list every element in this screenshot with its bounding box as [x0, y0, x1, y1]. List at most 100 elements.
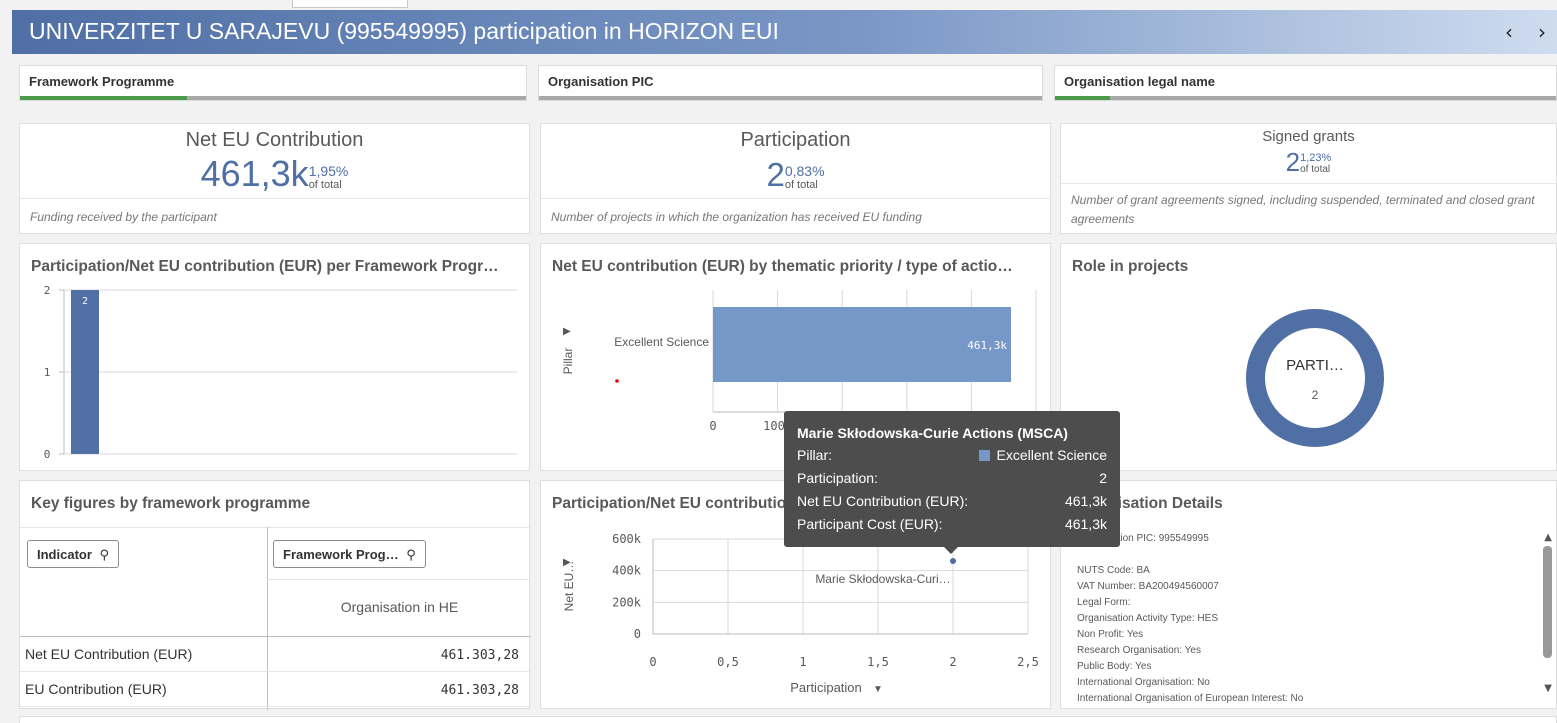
chevron-left-icon[interactable]: ‹ — [1498, 20, 1520, 44]
framework-programme-search-button[interactable]: Framework Prog… ⚲ — [273, 540, 426, 568]
kpi-main-value: 2 — [1285, 147, 1301, 177]
kpi-percent: 1,95% — [308, 163, 349, 179]
row-value-net-eu-contribution: 461.303,28 — [440, 648, 519, 663]
tooltip-arrow — [944, 547, 958, 554]
y-tick-label: 400k — [612, 564, 642, 578]
kpi-main-value: 461,3k — [200, 153, 309, 194]
tooltip-row-participant-cost: Participant Cost (EUR): 461,3k — [797, 516, 1107, 536]
x-tick-label: 1,5 — [867, 655, 889, 669]
y-tick-label: 2 — [44, 284, 51, 297]
x-tick-label: 2 — [949, 655, 956, 669]
sheet-tab-indicator — [292, 0, 408, 8]
key-figures-table-card: Key figures by framework programme Indic… — [19, 480, 531, 710]
bar-data-label: 461,3k — [967, 339, 1007, 352]
filter-selected-fill — [1055, 96, 1111, 100]
kpi-value: 461,3k 1,95% of total — [20, 154, 529, 194]
details-line: Public Body: Yes — [1077, 661, 1152, 672]
y-tick-label: 0 — [44, 448, 51, 461]
x-axis-title: Participation — [790, 680, 862, 695]
tooltip-key: Participation: — [797, 470, 878, 486]
y-tick-label: 0 — [634, 627, 641, 641]
tooltip-row-pillar: Pillar: Excellent Science — [797, 447, 1107, 467]
y-tick-label: 1 — [44, 366, 51, 379]
fp-bar-chart[interactable]: 0 1 2 2 — [20, 244, 531, 472]
tooltip-title: Marie Skłodowska-Curie Actions (MSCA) — [797, 425, 1068, 441]
tooltip-value: 461,3k — [1064, 516, 1107, 532]
kpi-percent: 1,23% — [1300, 152, 1332, 164]
x-tick-label: 0,5 — [717, 655, 739, 669]
details-line: VAT Number: BA200494560007 — [1077, 581, 1219, 592]
kpi-percent: 0,83% — [784, 163, 825, 179]
details-line: Legal Form: — [1077, 597, 1131, 608]
tooltip-value: 2 — [1099, 470, 1107, 486]
y-axis-title: Pillar — [561, 348, 575, 375]
bar-data-label: 2 — [82, 296, 88, 307]
tooltip-key: Net EU Contribution (EUR): — [797, 493, 969, 509]
filter-selection-bar — [20, 96, 526, 100]
filter-selection-bar — [539, 96, 1042, 100]
details-line: Non Profit: Yes — [1077, 629, 1144, 640]
tooltip-value: 461,3k — [1064, 493, 1107, 509]
kpi-title: Net EU Contribution — [185, 129, 364, 151]
sheet-title: UNIVERZITET U SARAJEVU (995549995) parti… — [29, 18, 779, 44]
filter-framework-programme[interactable]: Framework Programme — [19, 65, 527, 101]
donut-center-value: 2 — [1312, 388, 1319, 402]
filter-selected-fill — [20, 96, 187, 100]
filter-organisation-legal-name[interactable]: Organisation legal name — [1054, 65, 1557, 101]
details-line: Organisation Activity Type: HES — [1077, 613, 1218, 624]
fp-bar-chart-card[interactable]: Participation/Net EU contribution (EUR) … — [19, 243, 530, 471]
tooltip-value: Excellent Science — [979, 447, 1107, 463]
role-donut-chart[interactable]: PARTI… 2 — [1061, 244, 1557, 472]
x-tick-label: 2,5 — [1017, 655, 1039, 669]
kpi-participation[interactable]: Participation 2 0,83% of total Number of… — [540, 123, 1051, 234]
x-tick-label: 1 — [799, 655, 806, 669]
filter-label: Framework Programme — [29, 74, 175, 89]
details-line: Research Organisation: Yes — [1077, 645, 1201, 656]
organisation-details-card: Organisation Details Organisation PIC: 9… — [1060, 480, 1557, 709]
search-icon: ⚲ — [406, 548, 416, 563]
filter-organisation-pic[interactable]: Organisation PIC — [538, 65, 1043, 101]
kpi-title: Signed grants — [1262, 128, 1355, 145]
kpi-signed-grants[interactable]: Signed grants 2 1,23% of total Number of… — [1060, 123, 1557, 234]
scroll-up-icon[interactable]: ▲ — [1544, 532, 1552, 543]
y-tick-label: 600k — [612, 532, 642, 546]
tooltip-key: Participant Cost (EUR): — [797, 516, 943, 532]
x-tick-label: 0 — [649, 655, 656, 669]
caret-down-icon: ▼ — [873, 684, 883, 695]
kpi-of-total: of total — [308, 179, 342, 191]
framework-programme-label: Framework Prog… — [283, 547, 399, 562]
row-value-eu-contribution: 461.303,28 — [440, 683, 519, 698]
kpi-title: Participation — [740, 129, 851, 151]
kpi-net-eu-contribution[interactable]: Net EU Contribution 461,3k 1,95% of tota… — [19, 123, 530, 234]
expand-arrow-icon: ▶ — [563, 557, 571, 568]
details-line: International Organisation: No — [1077, 677, 1210, 688]
search-icon: ⚲ — [99, 548, 110, 563]
kpi-footnote: Number of projects in which the organiza… — [541, 198, 1050, 233]
sheet-header: UNIVERZITET U SARAJEVU (995549995) parti… — [12, 10, 1557, 54]
category-label: Excellent Science — [614, 335, 709, 349]
details-text: Organisation PIC: 995549995 NUTS Code: BA… — [1077, 531, 1537, 707]
details-line — [1077, 547, 1537, 563]
kpi-value: 2 0,83% of total — [541, 156, 1050, 194]
scroll-down-icon[interactable]: ▼ — [1544, 683, 1552, 694]
chevron-right-icon[interactable]: › — [1531, 20, 1553, 44]
kpi-main-value: 2 — [766, 156, 785, 193]
tooltip-value-text: Excellent Science — [996, 447, 1107, 463]
indicator-search-button[interactable]: Indicator ⚲ — [27, 540, 120, 568]
donut-slice — [1246, 309, 1384, 447]
y-tick-label: 200k — [612, 595, 642, 609]
y-axis-title: Net EU… — [562, 561, 576, 612]
role-donut-chart-card[interactable]: Role in projects PARTI… 2 — [1060, 243, 1557, 471]
filter-selection-bar — [1055, 96, 1556, 100]
details-line: NUTS Code: BA — [1077, 565, 1150, 576]
indicator-label: Indicator — [37, 547, 92, 562]
row-label-eu-contribution: EU Contribution (EUR) — [25, 681, 167, 697]
kpi-value: 2 1,23% of total — [1061, 147, 1556, 177]
donut-center-label: PARTI… — [1286, 357, 1344, 374]
scrollbar-thumb[interactable] — [1543, 546, 1552, 658]
chart-tooltip: Marie Skłodowska-Curie Actions (MSCA) Pi… — [784, 411, 1120, 554]
kpi-of-total: of total — [784, 179, 818, 191]
legend-swatch-icon — [979, 450, 991, 461]
bar — [71, 290, 99, 454]
marker-dot — [615, 379, 619, 383]
